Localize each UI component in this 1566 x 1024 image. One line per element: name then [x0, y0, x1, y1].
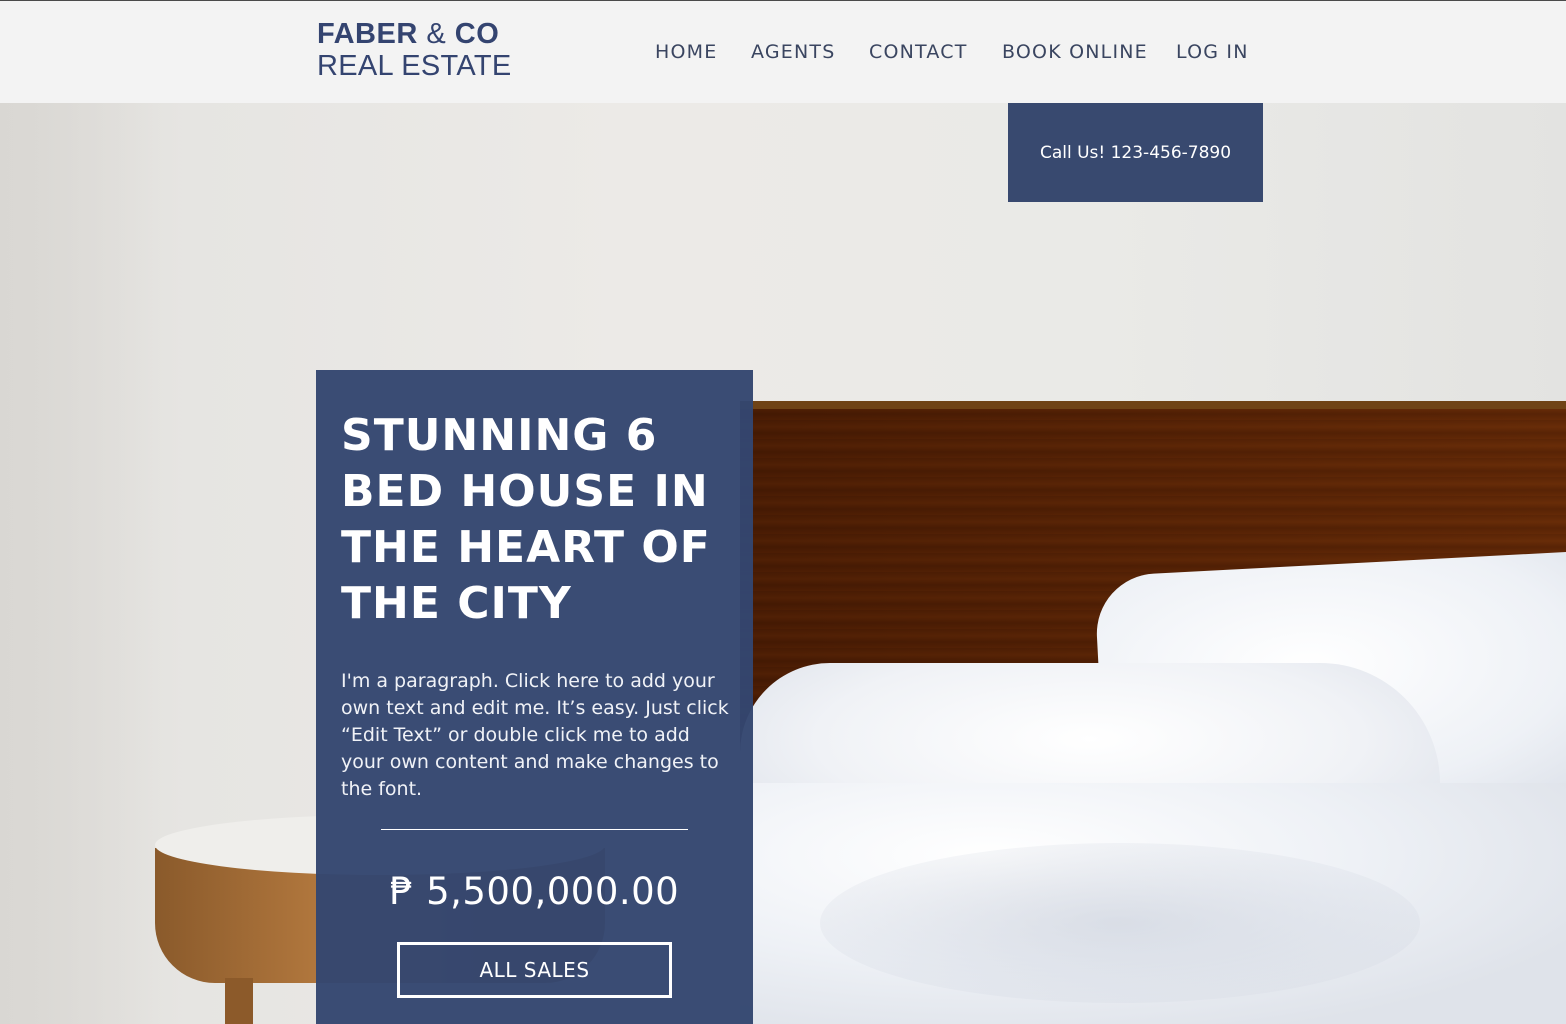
nav-log-in[interactable]: LOG IN	[1176, 41, 1249, 63]
main-nav: HOME AGENTS CONTACT BOOK ONLINE LOG IN	[0, 41, 1566, 65]
listing-title: STUNNING 6 BED HOUSE IN THE HEART OF THE…	[341, 410, 711, 629]
headboard-edge	[740, 401, 1566, 409]
nav-contact[interactable]: CONTACT	[869, 41, 968, 63]
duvet-fold	[820, 843, 1420, 1003]
hero-background-image	[0, 103, 1566, 1024]
listing-price: ₱ 5,500,000.00	[389, 870, 680, 913]
site-header: FABER & CO REAL ESTATE HOME AGENTS CONTA…	[0, 0, 1566, 103]
wall-shadow	[0, 103, 160, 1024]
listing-paragraph: I'm a paragraph. Click here to add your …	[341, 670, 729, 800]
all-sales-button[interactable]: ALL SALES	[397, 942, 672, 998]
divider	[381, 829, 688, 830]
nav-home[interactable]: HOME	[655, 41, 717, 63]
call-us-button[interactable]: Call Us! 123-456-7890	[1008, 103, 1263, 202]
listing-panel: STUNNING 6 BED HOUSE IN THE HEART OF THE…	[316, 370, 753, 1024]
side-table-leg	[225, 978, 253, 1024]
nav-agents[interactable]: AGENTS	[751, 41, 835, 63]
nav-book-online[interactable]: BOOK ONLINE	[1002, 41, 1148, 63]
